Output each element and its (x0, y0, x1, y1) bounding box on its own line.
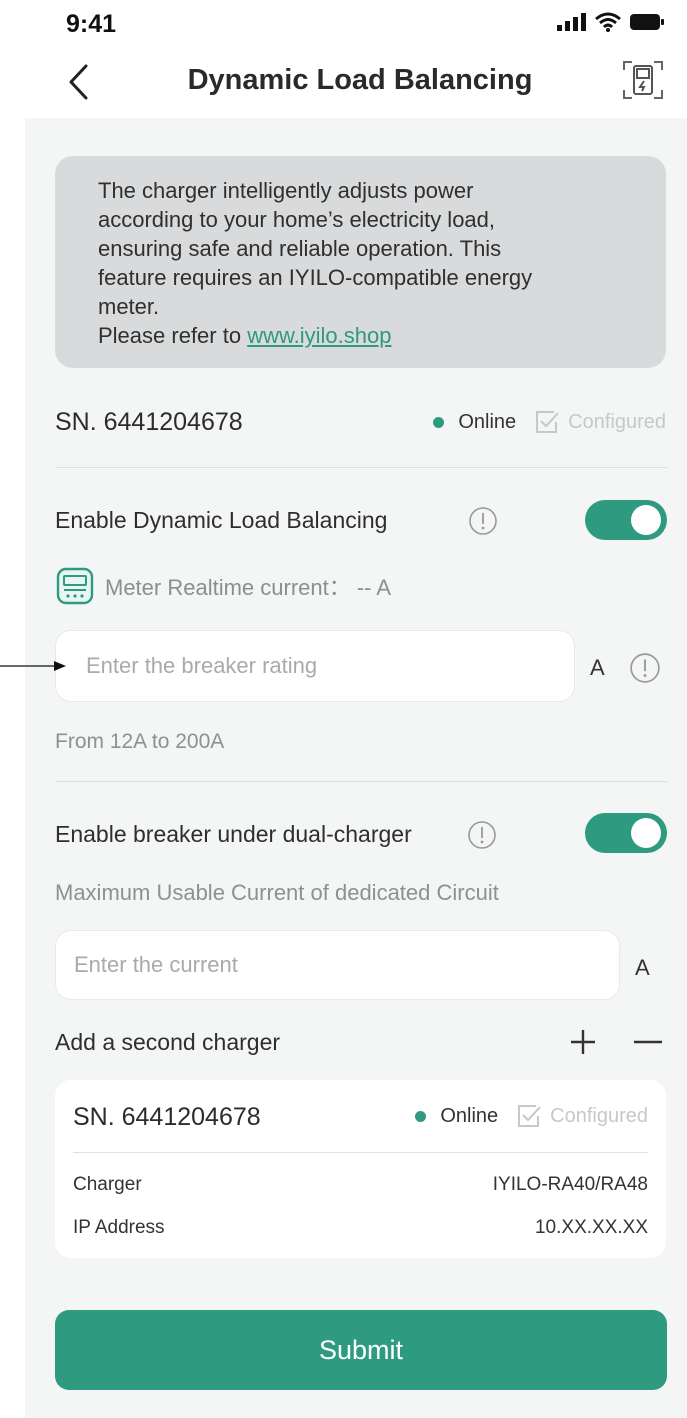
dual-info-icon[interactable] (467, 820, 497, 850)
notice-refer: Please refer to www.iyilo.shop (98, 321, 646, 350)
check-square-icon (518, 1105, 541, 1127)
card-divider (73, 1152, 648, 1153)
current-unit: A (635, 955, 650, 980)
charger-label: Charger (73, 1174, 142, 1195)
meter-icon (56, 567, 94, 605)
remove-charger-button[interactable] (632, 1027, 664, 1057)
meter-realtime: Meter Realtime current： -- A (55, 566, 391, 606)
dual-charger-label: Enable breaker under dual-charger (55, 821, 412, 847)
signal-icon (557, 13, 586, 31)
card-configured-label: Configured (550, 1104, 648, 1127)
online-dot-icon (415, 1110, 427, 1122)
dlb-toggle[interactable] (585, 500, 667, 540)
toggle-knob (631, 505, 661, 535)
website-link[interactable]: www.iyilo.shop (247, 323, 391, 348)
online-dot-icon (433, 416, 445, 428)
card-sn: SN. 6441204678 (73, 1103, 261, 1131)
divider (55, 781, 667, 782)
notice-line: meter. (98, 294, 160, 319)
ip-label: IP Address (73, 1217, 165, 1238)
dual-charger-toggle[interactable] (585, 813, 667, 853)
dlb-label: Enable Dynamic Load Balancing (55, 507, 388, 533)
notice-line: according to your home’s electricity loa… (98, 207, 496, 232)
scan-charger-icon (623, 61, 663, 99)
device-sn: SN. 6441204678 (55, 408, 243, 436)
notice-line: ensuring safe and reliable operation. Th… (98, 236, 502, 261)
online-status: Online (458, 410, 517, 433)
check-square-icon (536, 411, 559, 433)
card-configured-status: Configured (516, 1104, 648, 1128)
current-input-box (55, 930, 620, 1000)
breaker-input-box (55, 630, 575, 702)
annotation-arrow-icon (0, 661, 66, 671)
configured-label: Configured (568, 410, 666, 433)
card-online-status: Online (440, 1104, 499, 1127)
configured-status: Configured (534, 410, 666, 434)
battery-icon (630, 14, 664, 30)
breaker-info-icon[interactable] (629, 652, 661, 684)
status-bar: 9:41 (0, 0, 687, 48)
nav-bar: Dynamic Load Balancing (0, 48, 687, 116)
page-title: Dynamic Load Balancing (187, 64, 533, 96)
status-time: 9:41 (66, 10, 117, 38)
breaker-unit: A (590, 655, 605, 680)
second-charger-label: Add a second charger (55, 1029, 281, 1055)
notice-refer-text: Please refer to (98, 323, 248, 348)
toggle-knob (631, 818, 661, 848)
status-icons (557, 12, 665, 32)
second-charger-card[interactable]: SN. 6441204678 Online Configured Charger… (55, 1080, 666, 1258)
wifi-icon (595, 12, 621, 32)
current-input[interactable] (56, 931, 619, 999)
ip-value: 10.XX.XX.XX (534, 1217, 648, 1238)
device-status: Online Configured (433, 410, 666, 434)
info-notice: The charger intelligently adjusts power … (55, 156, 666, 368)
breaker-rating-input[interactable] (56, 631, 574, 701)
meter-realtime-label: Meter Realtime current： -- A (105, 575, 392, 600)
max-current-label: Maximum Usable Current of dedicated Circ… (55, 880, 499, 905)
notice-line: The charger intelligently adjusts power (98, 178, 474, 203)
charger-scan-button[interactable] (619, 56, 667, 104)
notice-line: feature requires an IYILO-compatible ene… (98, 265, 533, 290)
card-status: Online Configured (415, 1104, 648, 1128)
submit-button[interactable]: Submit (55, 1310, 667, 1390)
divider (55, 467, 667, 468)
add-charger-button[interactable] (568, 1027, 598, 1057)
info-icon[interactable] (468, 506, 498, 536)
charger-value: IYILO-RA40/RA48 (492, 1174, 648, 1195)
range-hint: From 12A to 200A (55, 730, 225, 753)
